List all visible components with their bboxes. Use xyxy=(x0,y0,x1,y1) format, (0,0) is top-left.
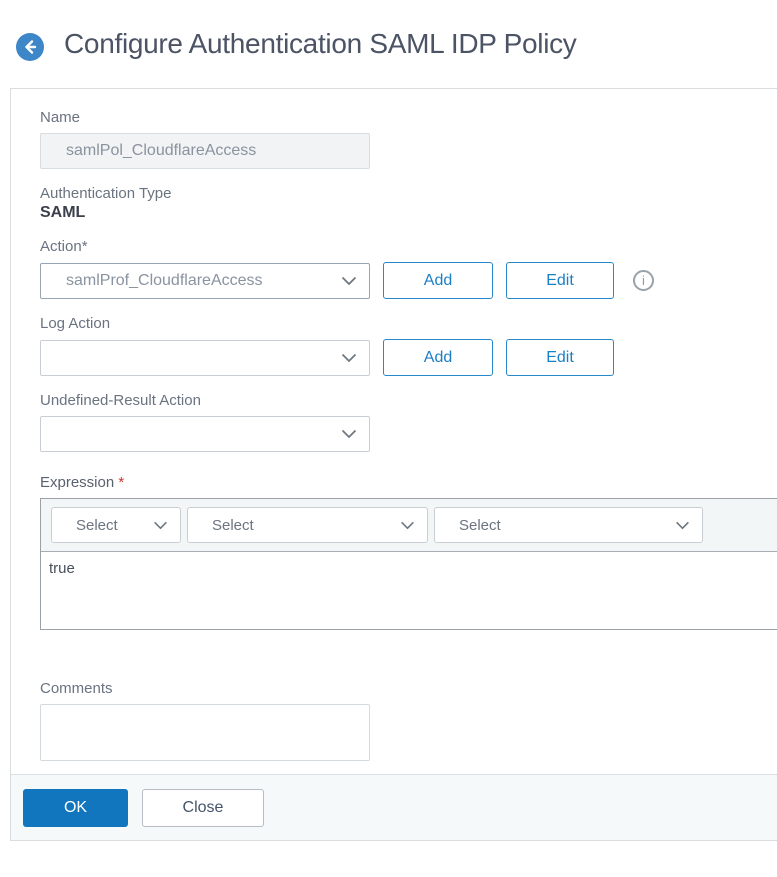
action-select-value: samlProf_CloudflareAccess xyxy=(66,271,263,289)
name-label: Name xyxy=(40,109,81,126)
name-input: samlPol_CloudflareAccess xyxy=(40,133,370,169)
auth-type-value: SAML xyxy=(40,204,86,221)
action-add-button[interactable]: Add xyxy=(383,262,493,299)
log-action-label: Log Action xyxy=(40,315,111,332)
expression-select-1[interactable]: Select xyxy=(51,507,181,543)
expression-required-mark: * xyxy=(118,474,125,491)
log-action-edit-button[interactable]: Edit xyxy=(506,339,614,376)
page-title: Configure Authentication SAML IDP Policy xyxy=(64,28,577,59)
expression-select-2-value: Select xyxy=(212,516,254,534)
back-arrow-icon xyxy=(25,40,37,54)
footer-bar: OK Close xyxy=(11,774,777,840)
page-header: Configure Authentication SAML IDP Policy xyxy=(0,0,777,88)
undefined-result-action-label: Undefined-Result Action xyxy=(40,392,201,409)
action-edit-button[interactable]: Edit xyxy=(506,262,614,299)
log-action-add-button[interactable]: Add xyxy=(383,339,493,376)
undefined-result-action-select[interactable] xyxy=(40,416,370,452)
expression-select-2[interactable]: Select xyxy=(187,507,428,543)
chevron-down-icon xyxy=(341,429,357,439)
chevron-down-icon xyxy=(341,276,357,285)
ok-button[interactable]: OK xyxy=(23,788,128,827)
action-label: Action* xyxy=(40,238,88,255)
action-select[interactable]: samlProf_CloudflareAccess xyxy=(40,262,370,299)
expression-select-3-value: Select xyxy=(459,516,501,534)
expression-editor: Select Select Select true xyxy=(40,498,777,630)
expression-label-text: Expression xyxy=(40,474,115,491)
close-button[interactable]: Close xyxy=(142,788,264,827)
chevron-down-icon xyxy=(341,353,357,362)
expression-select-1-value: Select xyxy=(76,516,118,534)
auth-type-label: Authentication Type xyxy=(40,185,172,202)
log-action-select[interactable] xyxy=(40,339,370,376)
chevron-down-icon xyxy=(401,521,414,529)
expression-input[interactable]: true xyxy=(41,551,777,629)
back-button[interactable] xyxy=(16,33,44,61)
chevron-down-icon xyxy=(154,521,167,529)
info-icon[interactable]: i xyxy=(633,270,654,291)
comments-label: Comments xyxy=(40,680,113,697)
expression-label: Expression * xyxy=(40,474,777,491)
chevron-down-icon xyxy=(676,521,689,529)
form-panel: Name samlPol_CloudflareAccess Authentica… xyxy=(10,88,777,841)
expression-toolbar: Select Select Select xyxy=(41,499,777,551)
comments-input[interactable] xyxy=(40,704,370,761)
expression-select-3[interactable]: Select xyxy=(434,507,703,543)
